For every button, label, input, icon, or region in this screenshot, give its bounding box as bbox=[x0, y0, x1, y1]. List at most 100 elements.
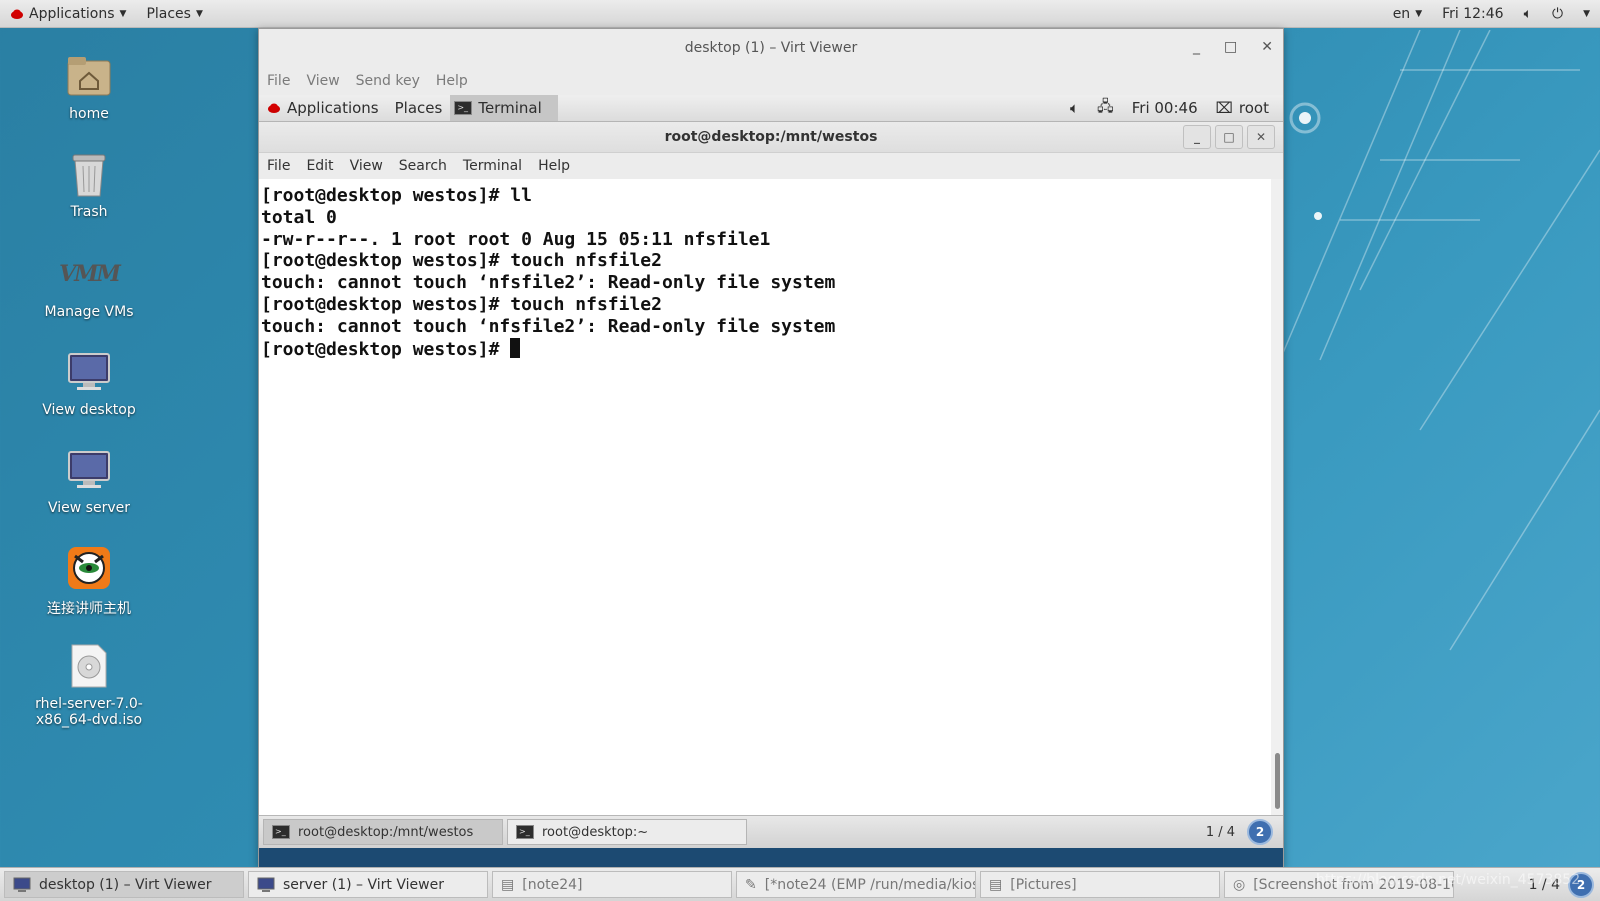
host-task-note24-editor[interactable]: ✎ [*note24 (EMP /run/media/kiosk... bbox=[736, 871, 976, 898]
guest-active-app-terminal[interactable]: >_ Terminal bbox=[450, 95, 558, 121]
tiger-icon bbox=[63, 542, 115, 594]
guest-display[interactable]: Applications Places >_ Terminal 🔈︎ 🖧 Fri… bbox=[259, 95, 1283, 867]
desktop-wallpaper-lines bbox=[1280, 30, 1600, 651]
volume-icon[interactable]: 🔈︎ bbox=[1070, 99, 1079, 117]
menu-help[interactable]: Help bbox=[428, 73, 476, 89]
host-clock[interactable]: Fri 12:46 bbox=[1432, 0, 1513, 27]
guest-task-label: root@desktop:~ bbox=[542, 824, 649, 840]
chevron-down-icon: ▼ bbox=[195, 8, 203, 19]
system-menu[interactable]: ▼ bbox=[1573, 0, 1600, 27]
minimize-icon[interactable]: _ bbox=[1193, 39, 1200, 55]
image-viewer-icon: ◎ bbox=[1233, 876, 1246, 893]
terminal-titlebar[interactable]: root@desktop:/mnt/westos _ □ ✕ bbox=[259, 122, 1283, 153]
scrollbar-thumb[interactable] bbox=[1275, 753, 1280, 809]
terminal-menu-file[interactable]: File bbox=[259, 158, 298, 174]
redhat-logo-icon bbox=[11, 9, 23, 19]
guest-top-bar: Applications Places >_ Terminal 🔈︎ 🖧 Fri… bbox=[259, 95, 1283, 122]
terminal-line: [root@desktop westos]# touch nfsfile2 bbox=[261, 293, 662, 315]
host-task-label: server (1) – Virt Viewer bbox=[283, 876, 444, 893]
user-icon: ⌧ bbox=[1215, 99, 1233, 117]
minimize-icon[interactable]: _ bbox=[1183, 125, 1211, 149]
home-folder-icon bbox=[63, 50, 115, 102]
virt-viewer-titlebar[interactable]: desktop (1) – Virt Viewer _ □ ✕ bbox=[259, 29, 1283, 67]
guest-places-menu[interactable]: Places bbox=[387, 95, 451, 121]
terminal-cursor bbox=[510, 337, 521, 358]
desktop-icon-iso[interactable]: rhel-server-7.0-x86_64-dvd.iso bbox=[30, 640, 148, 728]
desktop-icon-label: home bbox=[69, 106, 109, 122]
desktop-icon-label: Trash bbox=[70, 204, 108, 220]
chevron-down-icon: ▼ bbox=[119, 8, 127, 19]
applications-label: Applications bbox=[29, 5, 115, 22]
places-menu[interactable]: Places ▼ bbox=[136, 0, 212, 27]
desktop-icon-label: View server bbox=[48, 500, 130, 516]
trash-icon bbox=[63, 148, 115, 200]
vmm-icon: VMM bbox=[59, 261, 121, 287]
redhat-logo-icon bbox=[268, 103, 280, 113]
terminal-menu-help[interactable]: Help bbox=[530, 158, 578, 174]
host-task-pictures[interactable]: ▤ [Pictures] bbox=[980, 871, 1220, 898]
volume-icon[interactable]: 🔈︎ bbox=[1514, 0, 1542, 27]
terminal-line: [root@desktop westos]# ll bbox=[261, 185, 532, 206]
desktop-icon-label: View desktop bbox=[42, 402, 136, 418]
network-icon[interactable]: 🖧 bbox=[1097, 96, 1114, 121]
guest-applications-menu[interactable]: Applications bbox=[259, 95, 387, 121]
menu-view[interactable]: View bbox=[298, 73, 347, 89]
language-label: en bbox=[1392, 5, 1411, 22]
notification-badge[interactable]: 2 bbox=[1247, 819, 1273, 845]
desktop-icon-view-desktop[interactable]: View desktop bbox=[30, 346, 148, 418]
disc-icon bbox=[63, 640, 115, 692]
terminal-line: total 0 bbox=[261, 206, 337, 228]
terminal-line: [root@desktop westos]# touch nfsfile2 bbox=[261, 250, 662, 272]
desktop-icon-label: rhel-server-7.0-x86_64-dvd.iso bbox=[35, 696, 143, 728]
maximize-icon[interactable]: □ bbox=[1224, 39, 1237, 55]
close-icon[interactable]: ✕ bbox=[1247, 125, 1275, 149]
language-selector[interactable]: en ▼ bbox=[1383, 0, 1432, 27]
desktop-icon-label: 连接讲师主机 bbox=[47, 601, 131, 617]
terminal-icon: >_ bbox=[454, 101, 473, 115]
host-task-desktop-viewer[interactable]: desktop (1) – Virt Viewer bbox=[4, 871, 244, 898]
guest-applications-label: Applications bbox=[287, 99, 379, 117]
guest-user-label: root bbox=[1238, 99, 1269, 117]
terminal-icon: >_ bbox=[516, 825, 534, 839]
desktop-icon-connect-teacher[interactable]: 连接讲师主机 bbox=[30, 542, 148, 618]
terminal-menu-view[interactable]: View bbox=[342, 158, 391, 174]
guest-user-menu[interactable]: ⌧ root bbox=[1216, 99, 1269, 117]
maximize-icon[interactable]: □ bbox=[1215, 125, 1243, 149]
menu-send-key[interactable]: Send key bbox=[348, 73, 428, 89]
guest-places-label: Places bbox=[394, 99, 443, 117]
host-task-server-viewer[interactable]: server (1) – Virt Viewer bbox=[248, 871, 488, 898]
host-task-note24[interactable]: ▤ [note24] bbox=[492, 871, 732, 898]
terminal-menu-edit[interactable]: Edit bbox=[298, 158, 341, 174]
guest-task-terminal-westos[interactable]: >_ root@desktop:/mnt/westos bbox=[263, 819, 503, 845]
desktop-icon-view-server[interactable]: View server bbox=[30, 444, 148, 516]
guest-active-app-label: Terminal bbox=[478, 99, 542, 117]
host-task-label: desktop (1) – Virt Viewer bbox=[39, 876, 212, 893]
virt-viewer-window: desktop (1) – Virt Viewer _ □ ✕ File Vie… bbox=[258, 28, 1284, 868]
menu-file[interactable]: File bbox=[259, 73, 298, 89]
folder-icon: ▤ bbox=[989, 876, 1003, 893]
host-task-label: [*note24 (EMP /run/media/kiosk... bbox=[764, 876, 975, 893]
guest-clock[interactable]: Fri 00:46 bbox=[1132, 99, 1198, 117]
power-icon[interactable]: ⏻ bbox=[1542, 0, 1573, 27]
applications-menu[interactable]: Applications ▼ bbox=[0, 0, 136, 27]
close-icon[interactable]: ✕ bbox=[1261, 39, 1273, 55]
terminal-prompt-line: [root@desktop westos]# bbox=[261, 337, 1269, 361]
terminal-line: touch: cannot touch ‘nfsfile2’: Read-onl… bbox=[261, 272, 836, 294]
desktop-icon-trash[interactable]: Trash bbox=[30, 148, 148, 220]
host-task-label: [Pictures] bbox=[1010, 876, 1077, 893]
desktop-icon-home[interactable]: home bbox=[30, 50, 148, 122]
terminal-icon: >_ bbox=[272, 825, 290, 839]
terminal-line: touch: cannot touch ‘nfsfile2’: Read-onl… bbox=[261, 315, 836, 337]
monitor-icon bbox=[63, 346, 115, 398]
terminal-title: root@desktop:/mnt/westos bbox=[664, 129, 878, 145]
terminal-scrollbar[interactable] bbox=[1271, 179, 1283, 815]
guest-task-label: root@desktop:/mnt/westos bbox=[298, 824, 474, 840]
terminal-menu-terminal[interactable]: Terminal bbox=[455, 158, 530, 174]
desktop-icon-manage-vms[interactable]: VMM Manage VMs bbox=[30, 248, 148, 320]
chevron-down-icon: ▼ bbox=[1583, 8, 1590, 19]
terminal-output[interactable]: [root@desktop westos]# ll total 0 -rw-r-… bbox=[259, 179, 1271, 815]
guest-workspace-indicator[interactable]: 1 / 4 bbox=[1206, 825, 1235, 840]
terminal-window: root@desktop:/mnt/westos _ □ ✕ File Edit… bbox=[259, 122, 1283, 815]
terminal-menu-search[interactable]: Search bbox=[391, 158, 455, 174]
guest-task-terminal-home[interactable]: >_ root@desktop:~ bbox=[507, 819, 747, 845]
